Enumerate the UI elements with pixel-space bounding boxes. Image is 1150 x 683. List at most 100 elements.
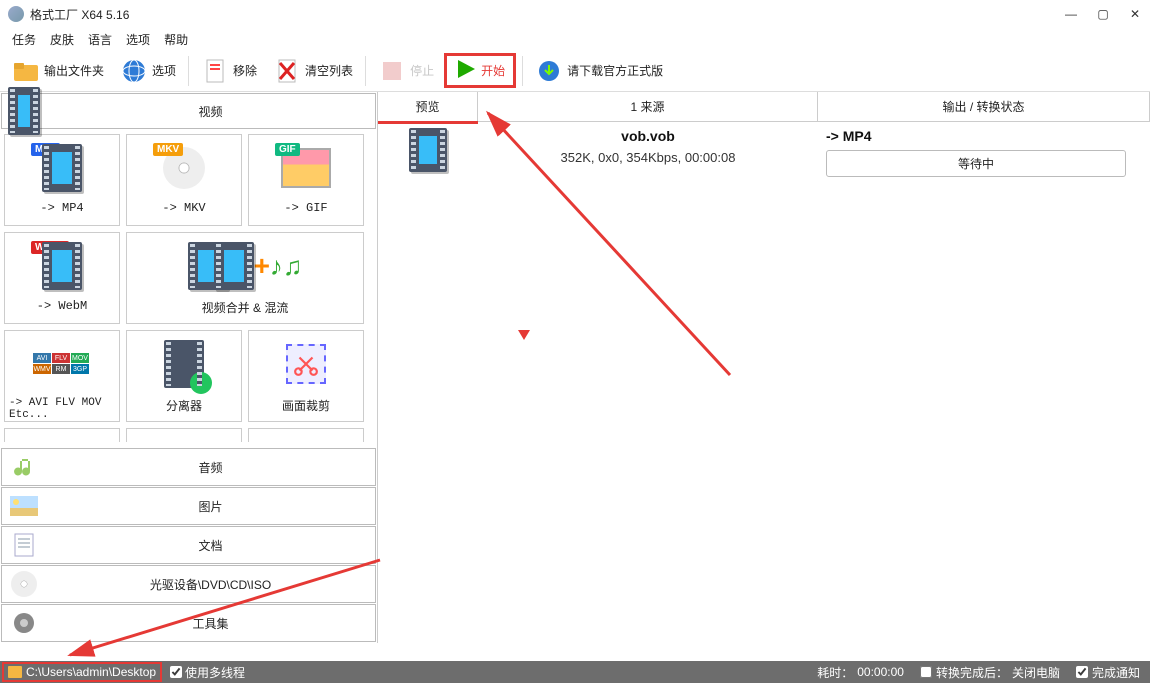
remove-icon [201,57,229,85]
window-title: 格式工厂 X64 5.16 [30,6,1064,23]
options-button[interactable]: 选项 [114,54,182,88]
multithread-checkbox[interactable]: 使用多线程 [170,664,245,681]
multithread-label: 使用多线程 [185,664,245,681]
output-path-text: C:\Users\admin\Desktop [26,665,156,679]
task-table-header: 预览 1 来源 输出 / 转换状态 [378,92,1150,122]
output-folder-label: 输出文件夹 [44,62,104,79]
options-label: 选项 [152,62,176,79]
tile-mp4-label: -> MP4 [40,201,83,215]
notify-label: 完成通知 [1092,664,1140,681]
menu-task[interactable]: 任务 [12,31,36,48]
tile-webm[interactable]: Webm -> WebM [4,232,120,324]
tile-gif[interactable]: GIF -> GIF [248,134,364,226]
stop-label: 停止 [410,62,434,79]
toolbar-separator [522,56,523,86]
category-video-header[interactable]: 视频 [1,93,376,129]
tile-mkv[interactable]: MKV -> MKV [126,134,242,226]
app-icon [8,6,24,22]
notify-checkbox[interactable]: 完成通知 [1076,664,1140,681]
task-status[interactable]: 等待中 [826,150,1126,177]
col-preview[interactable]: 预览 [378,92,478,121]
minimize-button[interactable]: — [1064,7,1078,21]
download-link[interactable]: 请下载官方正式版 [529,54,669,88]
close-button[interactable]: ✕ [1128,7,1142,21]
main-area: 视频 MP4 -> MP4 MKV -> MKV GIF -> GIF [0,92,1150,643]
menu-bar: 任务 皮肤 语言 选项 帮助 [0,28,1150,50]
after-convert-checkbox[interactable]: 转换完成后：关闭电脑 [920,664,1060,681]
folder-icon [12,57,40,85]
clear-label: 清空列表 [305,62,353,79]
category-audio[interactable]: 音频 [1,448,376,486]
start-button[interactable]: 开始 [444,53,516,88]
category-stack: 音频 图片 文档 光驱设备\DVD\CD\ISO 工具集 [0,447,377,643]
tile-more-2[interactable] [126,428,242,442]
category-doc[interactable]: 文档 [1,526,376,564]
task-filename: vob.vob [478,128,818,144]
col-source[interactable]: 1 来源 [478,92,818,121]
menu-skin[interactable]: 皮肤 [50,31,74,48]
right-panel: 预览 1 来源 输出 / 转换状态 vob.vob 352K, 0x0, 354… [378,92,1150,643]
tile-more-3[interactable] [248,428,364,442]
remove-button[interactable]: 移除 [195,54,263,88]
task-fileinfo: 352K, 0x0, 354Kbps, 00:00:08 [478,150,818,165]
category-image-label: 图片 [46,498,375,515]
category-audio-label: 音频 [46,459,375,476]
category-video-label: 视频 [46,103,375,120]
folder-small-icon [8,666,22,678]
task-row[interactable]: vob.vob 352K, 0x0, 354Kbps, 00:00:08 -> … [378,122,1150,183]
tile-splitter-label: 分离器 [166,397,202,414]
tile-more-1[interactable] [4,428,120,442]
left-panel: 视频 MP4 -> MP4 MKV -> MKV GIF -> GIF [0,92,378,643]
tile-crop-label: 画面裁剪 [282,397,330,414]
menu-options[interactable]: 选项 [126,31,150,48]
format-tiles-area: MP4 -> MP4 MKV -> MKV GIF -> GIF Webm ->… [0,130,377,447]
title-bar: 格式工厂 X64 5.16 — ▢ ✕ [0,0,1150,28]
menu-language[interactable]: 语言 [88,31,112,48]
stop-button[interactable]: 停止 [372,54,440,88]
category-doc-label: 文档 [46,537,375,554]
document-icon [8,531,40,559]
category-disc[interactable]: 光驱设备\DVD\CD\ISO [1,565,376,603]
category-image[interactable]: 图片 [1,487,376,525]
film-strip-icon [8,97,40,125]
multithread-input[interactable] [170,666,182,678]
image-icon [8,492,40,520]
disc-icon [8,570,40,598]
col-output[interactable]: 输出 / 转换状态 [818,92,1150,121]
globe-icon [120,57,148,85]
tile-splitter[interactable]: 分离器 [126,330,242,422]
menu-help[interactable]: 帮助 [164,31,188,48]
toolbar-separator [188,56,189,86]
tile-mp4[interactable]: MP4 -> MP4 [4,134,120,226]
status-bar: C:\Users\admin\Desktop 使用多线程 耗时：00:00:00… [0,661,1150,683]
download-link-label: 请下载官方正式版 [567,62,663,79]
start-label: 开始 [481,62,505,79]
task-output-format: -> MP4 [826,128,1142,144]
category-tools-label: 工具集 [46,615,375,632]
globe-download-icon [535,57,563,85]
tile-webm-label: -> WebM [37,299,87,313]
annotation-marker [518,330,530,340]
category-disc-label: 光驱设备\DVD\CD\ISO [46,576,375,593]
tile-merge-label: 视频合并 & 混流 [202,299,289,316]
maximize-button[interactable]: ▢ [1096,7,1110,21]
output-path-box[interactable]: C:\Users\admin\Desktop [2,662,162,682]
gear-film-icon [8,609,40,637]
after-convert-input[interactable] [920,666,932,678]
tile-avi-etc[interactable]: AVIFLVMOVWMVRM3GP -> AVI FLV MOV Etc... [4,330,120,422]
elapsed-time: 耗时：00:00:00 [817,664,904,681]
category-tools[interactable]: 工具集 [1,604,376,642]
notify-input[interactable] [1076,666,1088,678]
task-thumbnail [378,128,478,177]
clear-list-button[interactable]: 清空列表 [267,54,359,88]
tile-gif-label: -> GIF [284,201,327,215]
play-icon [455,58,477,83]
tile-merge[interactable]: +♪♫ 视频合并 & 混流 [126,232,364,324]
remove-label: 移除 [233,62,257,79]
tile-avi-label: -> AVI FLV MOV Etc... [5,397,119,421]
output-folder-button[interactable]: 输出文件夹 [6,54,110,88]
stop-icon [378,57,406,85]
music-note-icon [8,453,40,481]
toolbar-separator [365,56,366,86]
tile-crop[interactable]: 画面裁剪 [248,330,364,422]
